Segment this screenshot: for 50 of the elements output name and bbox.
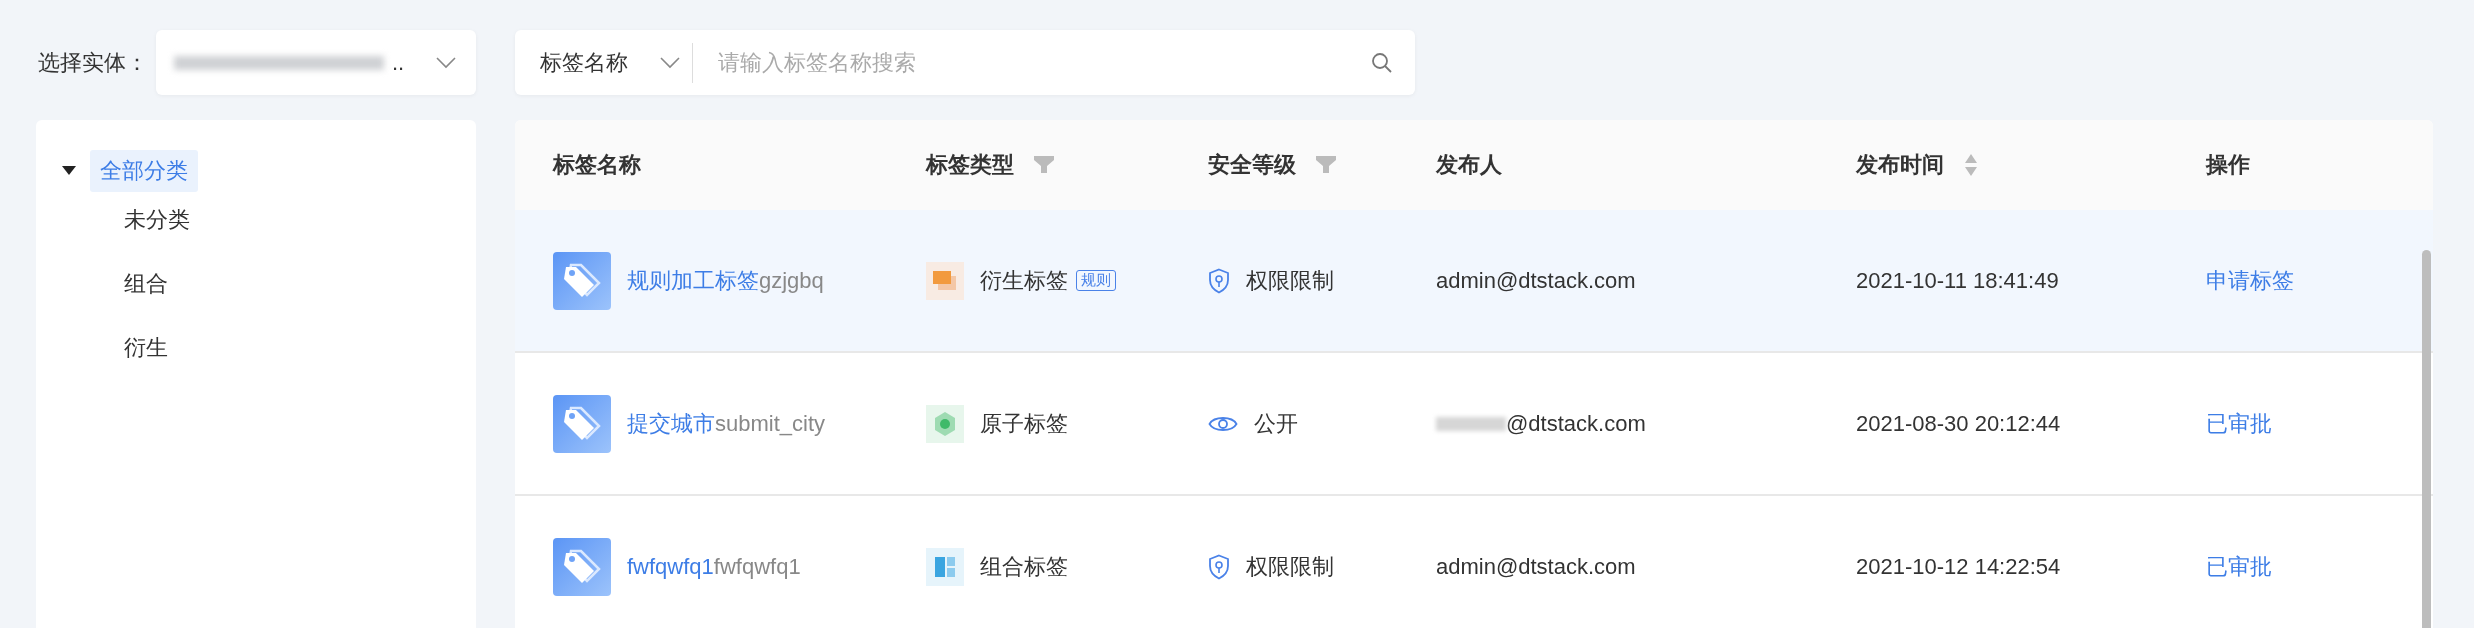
redacted-block: [1436, 416, 1506, 431]
tag-name[interactable]: fwfqwfq1fwfqwfq1: [627, 553, 801, 580]
entity-select[interactable]: ..: [156, 30, 476, 95]
security-level: 权限限制: [1246, 552, 1334, 581]
tag-type: 原子标签: [980, 409, 1068, 438]
scrollbar[interactable]: [2422, 250, 2431, 628]
action-link[interactable]: 申请标签: [2206, 265, 2294, 296]
column-header: 安全等级: [1208, 151, 1296, 179]
stacked-squares-icon: [926, 261, 964, 300]
entity-label: 选择实体：: [38, 48, 148, 77]
tree-item[interactable]: 全部分类: [90, 150, 198, 192]
security-level: 权限限制: [1246, 266, 1334, 295]
select-value: ..: [392, 49, 406, 76]
publish-time: 2021-10-12 14:22:54: [1856, 553, 2061, 580]
publisher: @dtstack.com: [1506, 410, 1646, 437]
tag-name[interactable]: 规则加工标签gzjgbq: [627, 265, 824, 296]
publisher: admin@dtstack.com: [1436, 267, 1636, 294]
action-link[interactable]: 已审批: [2206, 551, 2272, 582]
tag-name[interactable]: 提交城市submit_city: [627, 408, 826, 439]
filter-icon[interactable]: [1034, 156, 1054, 174]
shield-icon: [1208, 267, 1230, 294]
filter-icon[interactable]: [1316, 156, 1336, 174]
tag-icon: [553, 251, 611, 310]
caret-icon[interactable]: [62, 166, 76, 176]
publish-time: 2021-10-11 18:41:49: [1856, 267, 2059, 294]
chevron-down-icon: [436, 56, 456, 69]
tag-type: 组合标签: [980, 552, 1068, 581]
sort-icon[interactable]: [1964, 153, 1978, 177]
publisher: admin@dtstack.com: [1436, 553, 1636, 580]
tag-icon: [553, 537, 611, 596]
search-icon: [1371, 51, 1393, 74]
rule-badge: 规则: [1076, 270, 1116, 291]
grid-blocks-icon: [926, 547, 964, 586]
column-header: 发布时间: [1856, 151, 1944, 179]
tree-item[interactable]: 未分类: [114, 199, 200, 241]
security-level: 公开: [1254, 409, 1298, 438]
chevron-down-icon: [660, 56, 680, 69]
search-field[interactable]: 标签名称 请输入标签名称搜索: [515, 30, 1415, 95]
column-header: 标签类型: [926, 151, 1014, 179]
tag-icon: [553, 394, 611, 453]
publish-time: 2021-08-30 20:12:44: [1856, 410, 2061, 437]
table-row[interactable]: 规则加工标签gzjgbq 衍生标签 规则 权限限制 admin@dtstack.com 2021-10-11 18:41:49 申请标签: [515, 210, 2433, 353]
shield-icon: [1208, 553, 1230, 580]
tree-item[interactable]: 衍生: [114, 327, 178, 369]
action-link[interactable]: 已审批: [2206, 408, 2272, 439]
column-header: 发布人: [1436, 151, 1502, 179]
tree-item[interactable]: 组合: [114, 263, 178, 305]
tag-type: 衍生标签: [980, 266, 1068, 295]
column-header: 标签名称: [553, 151, 641, 179]
column-header: 操作: [2206, 151, 2250, 179]
